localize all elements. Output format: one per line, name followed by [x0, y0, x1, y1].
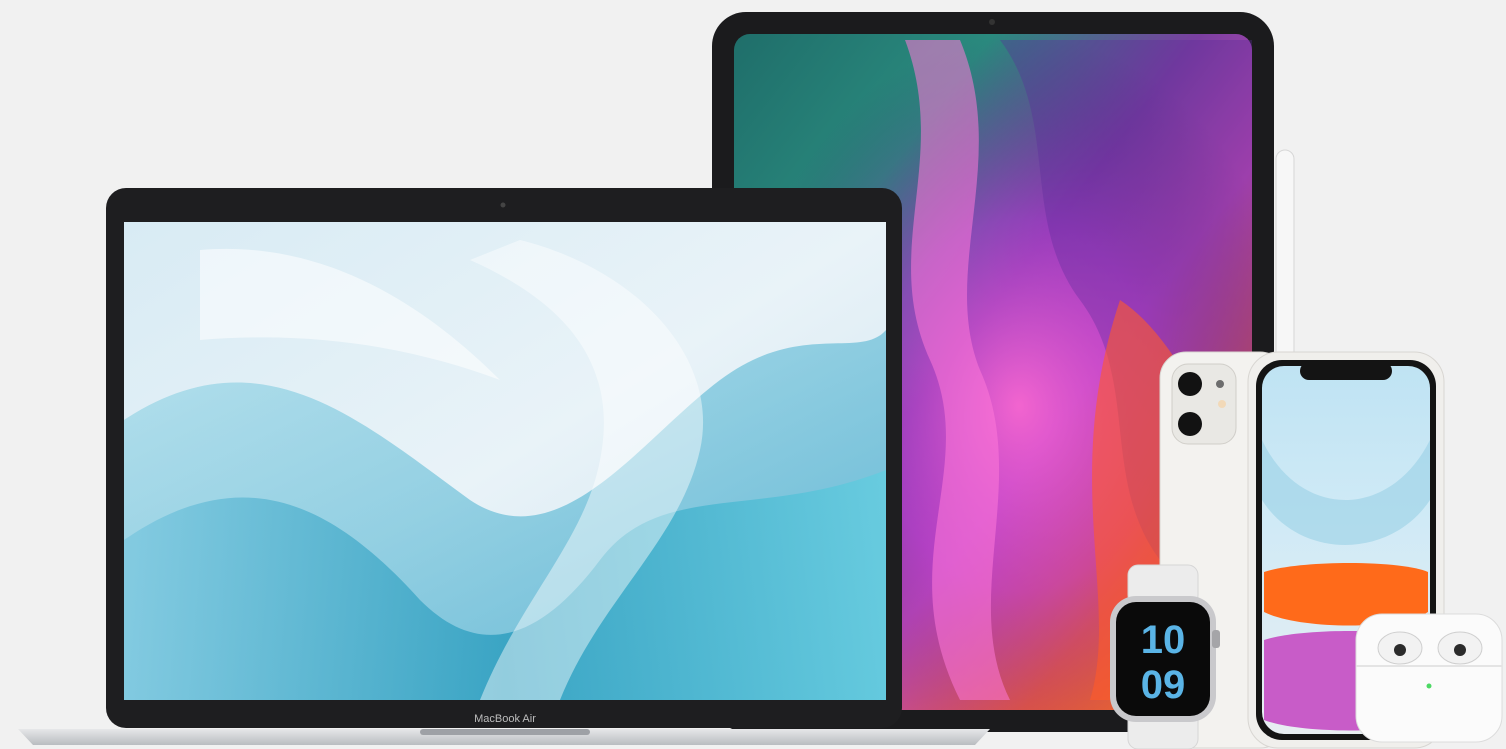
watch-hours: 10: [1141, 618, 1186, 662]
laptop-bezel-label: MacBook Air: [474, 713, 536, 725]
laptop: MacBook Air: [18, 188, 990, 745]
product-lineup-illustration: MacBook Air 10 09: [18, 12, 1503, 749]
product-lineup-scene: MacBook Air 10 09: [0, 0, 1506, 749]
airpods-status-light: [1426, 683, 1432, 689]
earbuds-icon: [1355, 613, 1503, 743]
watch-minutes: 09: [1141, 663, 1186, 707]
